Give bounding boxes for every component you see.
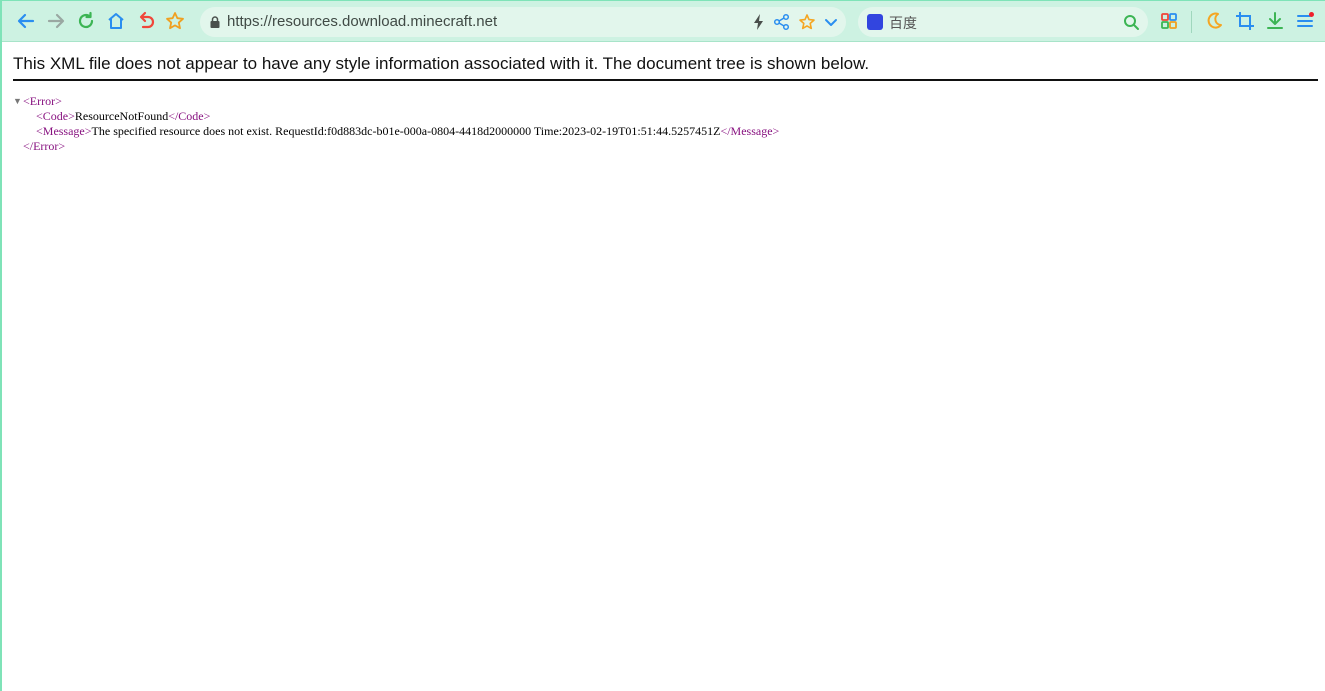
hamburger-menu-icon: [1297, 12, 1314, 27]
favorite-star-icon[interactable]: [798, 13, 816, 31]
xml-message-close-tag: </Message>: [720, 124, 780, 138]
lightning-icon[interactable]: [750, 13, 768, 31]
night-mode-button[interactable]: [1202, 9, 1226, 33]
toolbar-separator: [1191, 11, 1192, 33]
forward-button[interactable]: [44, 9, 68, 33]
home-button[interactable]: [104, 9, 128, 33]
address-bar[interactable]: https://resources.download.minecraft.net: [200, 7, 846, 37]
download-icon: [1267, 12, 1283, 29]
bookmarks-button[interactable]: [163, 9, 187, 33]
chevron-down-icon[interactable]: [822, 13, 840, 31]
search-box[interactable]: 百度: [858, 7, 1148, 37]
browser-window: https://resources.download.minecraft.net…: [0, 0, 1325, 691]
menu-button[interactable]: [1293, 9, 1317, 33]
xml-message-value: The specified resource does not exist. R…: [91, 124, 721, 138]
search-icon[interactable]: [1122, 13, 1140, 31]
star-icon: [166, 12, 184, 30]
reload-button[interactable]: [74, 9, 98, 33]
arrow-left-icon: [17, 13, 35, 29]
lock-icon: [210, 16, 220, 28]
apps-grid-icon: [1161, 13, 1177, 29]
notice-divider: [13, 79, 1318, 81]
baidu-paw-icon: [867, 14, 883, 30]
back-button[interactable]: [14, 9, 38, 33]
browser-toolbar: https://resources.download.minecraft.net…: [2, 1, 1325, 42]
downloads-button[interactable]: [1263, 9, 1287, 33]
xml-error-open-tag: <Error>: [23, 94, 62, 108]
url-text[interactable]: https://resources.download.minecraft.net: [227, 13, 497, 30]
moon-icon: [1207, 12, 1222, 29]
xml-error-close-tag: </Error>: [23, 139, 66, 153]
arrow-right-icon: [47, 13, 65, 29]
xml-code-open-tag: <Code>: [36, 109, 75, 123]
share-icon[interactable]: [773, 13, 791, 31]
xml-code-close-tag: </Code>: [168, 109, 211, 123]
search-engine-label: 百度: [889, 16, 917, 32]
apps-button[interactable]: [1157, 9, 1181, 33]
reload-icon: [78, 11, 94, 29]
collapse-toggle-icon[interactable]: ▼: [13, 94, 23, 109]
undo-icon: [139, 11, 155, 29]
xml-style-notice: This XML file does not appear to have an…: [13, 54, 870, 73]
xml-code-value: ResourceNotFound: [74, 109, 169, 123]
home-icon: [108, 13, 124, 29]
crop-icon: [1236, 12, 1254, 30]
undo-close-tab-button[interactable]: [134, 9, 158, 33]
xml-message-open-tag: <Message>: [36, 124, 92, 138]
screenshot-button[interactable]: [1233, 9, 1257, 33]
